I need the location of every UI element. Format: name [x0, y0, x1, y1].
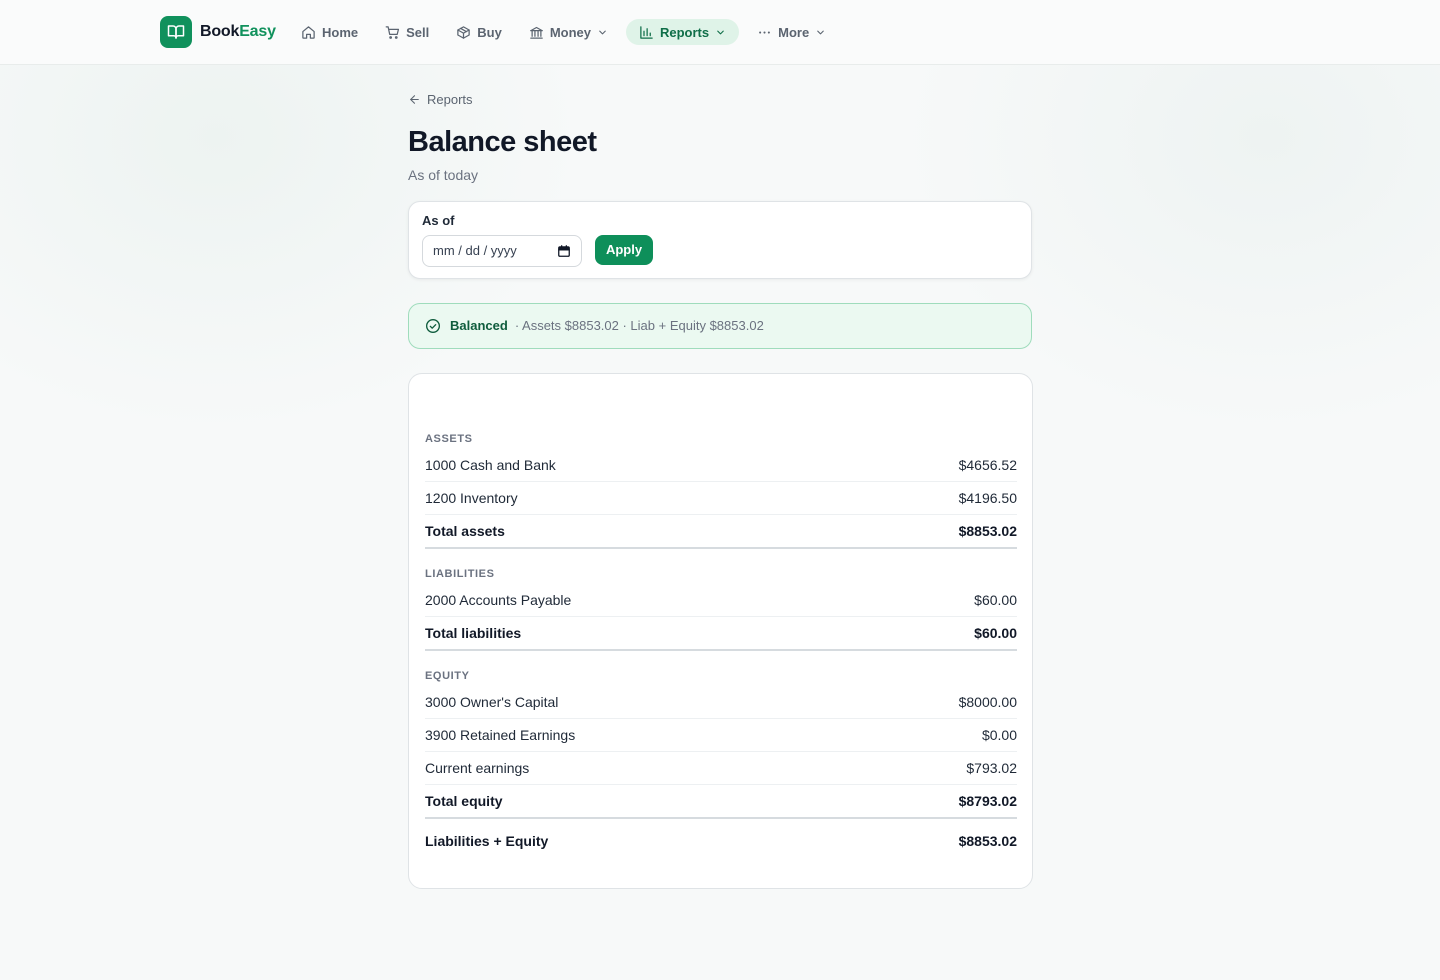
total-amount: $60.00: [974, 624, 1017, 641]
back-link-label: Reports: [427, 91, 473, 107]
nav-item-sell-label: Sell: [406, 24, 430, 40]
account-name: 1200 Inventory: [425, 489, 518, 506]
more-dots-icon: [759, 30, 771, 34]
total-amount: $8853.02: [958, 522, 1017, 539]
as-of-label: As of: [422, 212, 455, 228]
account-amount: $8000.00: [958, 693, 1017, 710]
check-circle-icon: [426, 318, 440, 333]
nav-item-money-label: Money: [549, 24, 591, 40]
apply-button[interactable]: Apply: [595, 234, 653, 265]
nav-item-more-label: More: [778, 24, 810, 40]
nav-item-reports-label: Reports: [659, 24, 710, 40]
nav-item-buy-label: Buy: [477, 24, 502, 40]
date-input-placeholder: mm / dd / yyyy: [433, 243, 517, 258]
nav-item-buy[interactable]: Buy: [447, 19, 511, 45]
brand-name-part1: Book: [200, 23, 240, 40]
nav-item-sell[interactable]: Sell: [376, 19, 438, 45]
status-label: Balanced: [450, 318, 508, 333]
chevron-down-icon: [817, 30, 824, 34]
table-row[interactable]: Current earnings $793.02: [425, 752, 1017, 785]
liabilities-plus-equity-row: Liabilities + Equity $8853.02: [425, 819, 1017, 863]
box-icon: [457, 25, 470, 39]
arrow-left-icon: [410, 94, 419, 104]
account-name: 3900 Retained Earnings: [425, 726, 576, 743]
as-of-date-input[interactable]: mm / dd / yyyy: [422, 234, 582, 267]
table-row[interactable]: 1000 Cash and Bank $4656.52: [425, 449, 1017, 482]
total-amount: $8793.02: [958, 792, 1017, 809]
bar-chart-icon: [640, 25, 653, 39]
balance-sheet-table: ASSETS 1000 Cash and Bank $4656.52 1200 …: [408, 372, 1033, 889]
account-amount: $0.00: [981, 726, 1017, 743]
account-amount: $4196.50: [958, 489, 1017, 506]
calendar-icon[interactable]: [557, 244, 571, 258]
date-filter-card: As of mm / dd / yyyy Apply: [408, 200, 1032, 279]
account-name: 1000 Cash and Bank: [425, 456, 556, 473]
total-liabilities-row: Total liabilities $60.00: [425, 617, 1017, 651]
account-amount: $60.00: [974, 591, 1017, 608]
chevron-down-icon: [717, 30, 724, 34]
account-name: 2000 Accounts Payable: [425, 591, 572, 608]
account-name: Current earnings: [425, 759, 530, 776]
nav-item-more[interactable]: More: [748, 19, 835, 45]
section-heading-equity: EQUITY: [425, 669, 470, 682]
table-row[interactable]: 3000 Owner's Capital $8000.00: [425, 686, 1017, 719]
grand-total-label: Liabilities + Equity: [425, 832, 549, 849]
nav-item-home[interactable]: Home: [292, 19, 367, 45]
book-open-icon: [160, 16, 192, 48]
section-heading-assets: ASSETS: [425, 432, 473, 445]
page-title: Balance sheet: [408, 125, 597, 158]
chevron-down-icon: [599, 30, 606, 34]
account-amount: $793.02: [966, 759, 1017, 776]
bank-icon: [530, 26, 543, 39]
balance-status-banner: Balanced · Assets $8853.02 · Liab + Equi…: [408, 302, 1032, 349]
nav-item-money[interactable]: Money: [520, 19, 617, 45]
table-row[interactable]: 3900 Retained Earnings $0.00: [425, 719, 1017, 752]
grand-total-amount: $8853.02: [958, 832, 1017, 849]
total-assets-row: Total assets $8853.02: [425, 515, 1017, 549]
cart-icon: [385, 25, 400, 39]
page-subtitle: As of today: [408, 166, 479, 183]
main-content: Reports Balance sheet As of today As of …: [408, 89, 1033, 889]
total-label: Total equity: [425, 792, 503, 809]
account-amount: $4656.52: [958, 456, 1017, 473]
account-name: 3000 Owner's Capital: [425, 693, 559, 710]
nav-item-reports[interactable]: Reports: [625, 19, 740, 45]
total-equity-row: Total equity $8793.02: [425, 785, 1017, 819]
brand[interactable]: BookEasy: [160, 16, 276, 48]
nav-item-home-label: Home: [322, 24, 359, 40]
brand-name: BookEasy: [200, 23, 276, 41]
total-label: Total assets: [425, 522, 505, 539]
status-detail: · Assets $8853.02 · Liab + Equity $8853.…: [514, 318, 764, 333]
table-row[interactable]: 2000 Accounts Payable $60.00: [425, 584, 1017, 617]
home-icon: [302, 25, 315, 39]
main-nav: Home Sell Buy Money Reports More: [292, 19, 844, 45]
total-label: Total liabilities: [425, 624, 522, 641]
top-navbar: BookEasy Home Sell Buy Money Reports Mor…: [0, 0, 1440, 65]
brand-name-part2: Easy: [239, 23, 276, 40]
table-row[interactable]: 1200 Inventory $4196.50: [425, 482, 1017, 515]
section-heading-liabilities: LIABILITIES: [425, 567, 495, 580]
back-to-reports-link[interactable]: Reports: [408, 89, 473, 109]
